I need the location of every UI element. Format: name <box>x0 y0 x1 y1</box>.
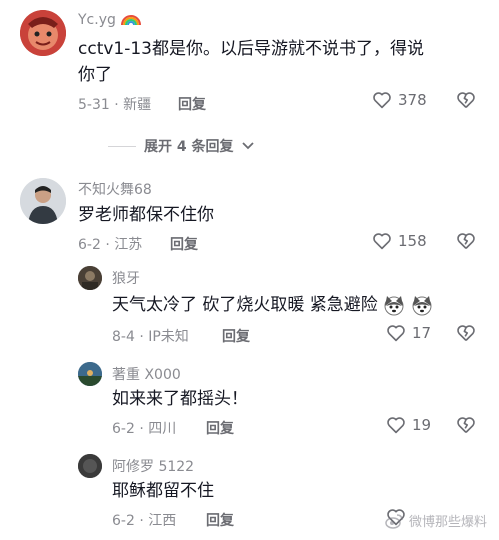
avatar-cartoon-icon <box>20 10 66 56</box>
reply-meta: 8-4 · IP未知 <box>112 329 189 345</box>
broken-heart-icon <box>457 417 475 433</box>
heart-icon <box>373 92 391 109</box>
like-count: 378 <box>398 91 427 109</box>
reply-button[interactable]: 回复 <box>178 94 206 114</box>
rainbow-icon <box>121 15 142 26</box>
broken-heart-icon <box>457 325 475 341</box>
comment-username[interactable]: Yc.yg <box>78 12 142 28</box>
comment-username[interactable]: 不知火舞68 <box>78 179 152 199</box>
reply-location: IP未知 <box>148 329 189 345</box>
avatar-photo-icon <box>78 266 102 290</box>
reply-text: 天气太冷了 砍了烧火取暖 紧急避险 <box>112 292 482 318</box>
reply-text-content: 天气太冷了 砍了烧火取暖 紧急避险 <box>112 295 378 315</box>
reply-text: 耶稣都留不住 <box>112 481 214 501</box>
reply-username[interactable]: 阿修罗 5122 <box>112 456 194 476</box>
comment-item: Yc.yg cctv1-13都是你。以后导游就不说书了，得说你了 5-31 · … <box>0 0 499 130</box>
divider <box>108 145 136 147</box>
broken-heart-icon <box>457 233 475 249</box>
expand-label[interactable]: 展开 4 条回复 <box>144 136 234 156</box>
reply-button[interactable]: 回复 <box>170 234 198 254</box>
like-button[interactable]: 158 <box>372 232 427 250</box>
avatar-photo-icon <box>78 362 102 386</box>
heart-icon <box>373 233 391 250</box>
reply-username[interactable]: 狼牙 <box>112 268 140 288</box>
reply-location: 四川 <box>148 421 177 437</box>
reply-button[interactable]: 回复 <box>222 326 250 346</box>
chevron-down-icon <box>241 142 254 150</box>
comment-text: 罗老师都保不住你 <box>78 205 214 225</box>
like-count: 158 <box>398 232 427 250</box>
watermark-text: 微博那些爆料 <box>408 515 487 530</box>
comment-text: cctv1-13都是你。以后导游就不说书了，得说你了 <box>78 39 425 85</box>
like-button[interactable]: 19 <box>386 416 431 434</box>
avatar[interactable] <box>78 266 102 290</box>
expand-replies-button[interactable]: 展开 4 条回复 <box>108 136 254 156</box>
reply-date: 8-4 <box>112 329 135 345</box>
avatar-photo-icon <box>78 454 102 478</box>
avatar-person-icon <box>20 178 66 224</box>
avatar[interactable] <box>78 362 102 386</box>
like-count: 19 <box>412 416 432 434</box>
reply-button[interactable]: 回复 <box>206 510 234 530</box>
dislike-button[interactable] <box>456 416 476 438</box>
reply-text: 如来来了都摇头！ <box>112 389 248 409</box>
broken-heart-icon <box>457 92 475 108</box>
like-button[interactable]: 17 <box>386 324 431 342</box>
husky-emoji-icon <box>384 296 404 316</box>
avatar[interactable] <box>20 178 66 224</box>
watermark: 微博那些爆料 <box>385 511 487 530</box>
comment-date: 6-2 <box>78 237 101 253</box>
username-text[interactable]: Yc.yg <box>78 12 116 28</box>
weibo-logo-icon <box>385 513 403 529</box>
heart-icon <box>387 325 405 342</box>
dislike-button[interactable] <box>456 232 476 254</box>
dislike-button[interactable] <box>456 91 476 113</box>
like-count: 17 <box>412 324 432 342</box>
reply-date: 6-2 <box>112 421 135 437</box>
comment-location: 新疆 <box>123 97 152 113</box>
reply-meta: 6-2 · 江西 <box>112 513 177 529</box>
comment-location: 江苏 <box>114 237 143 253</box>
reply-item: 著重 X000 如来来了都摇头！ 6-2 · 四川 回复 19 <box>0 358 499 448</box>
comment-item: 不知火舞68 罗老师都保不住你 6-2 · 江苏 回复 158 <box>0 170 499 260</box>
heart-icon <box>387 417 405 434</box>
avatar[interactable] <box>20 10 66 56</box>
reply-location: 江西 <box>148 513 177 529</box>
avatar[interactable] <box>78 454 102 478</box>
reply-button[interactable]: 回复 <box>206 418 234 438</box>
reply-item: 狼牙 天气太冷了 砍了烧火取暖 紧急避险 8-4 · IP未知 回复 17 <box>0 262 499 352</box>
reply-meta: 6-2 · 四川 <box>112 421 177 437</box>
comment-meta: 6-2 · 江苏 <box>78 237 143 253</box>
husky-emoji-icon <box>412 296 432 316</box>
like-button[interactable]: 378 <box>372 91 427 109</box>
comment-date: 5-31 <box>78 97 110 113</box>
reply-username[interactable]: 著重 X000 <box>112 364 181 384</box>
comment-meta: 5-31 · 新疆 <box>78 97 152 113</box>
dislike-button[interactable] <box>456 324 476 346</box>
reply-date: 6-2 <box>112 513 135 529</box>
